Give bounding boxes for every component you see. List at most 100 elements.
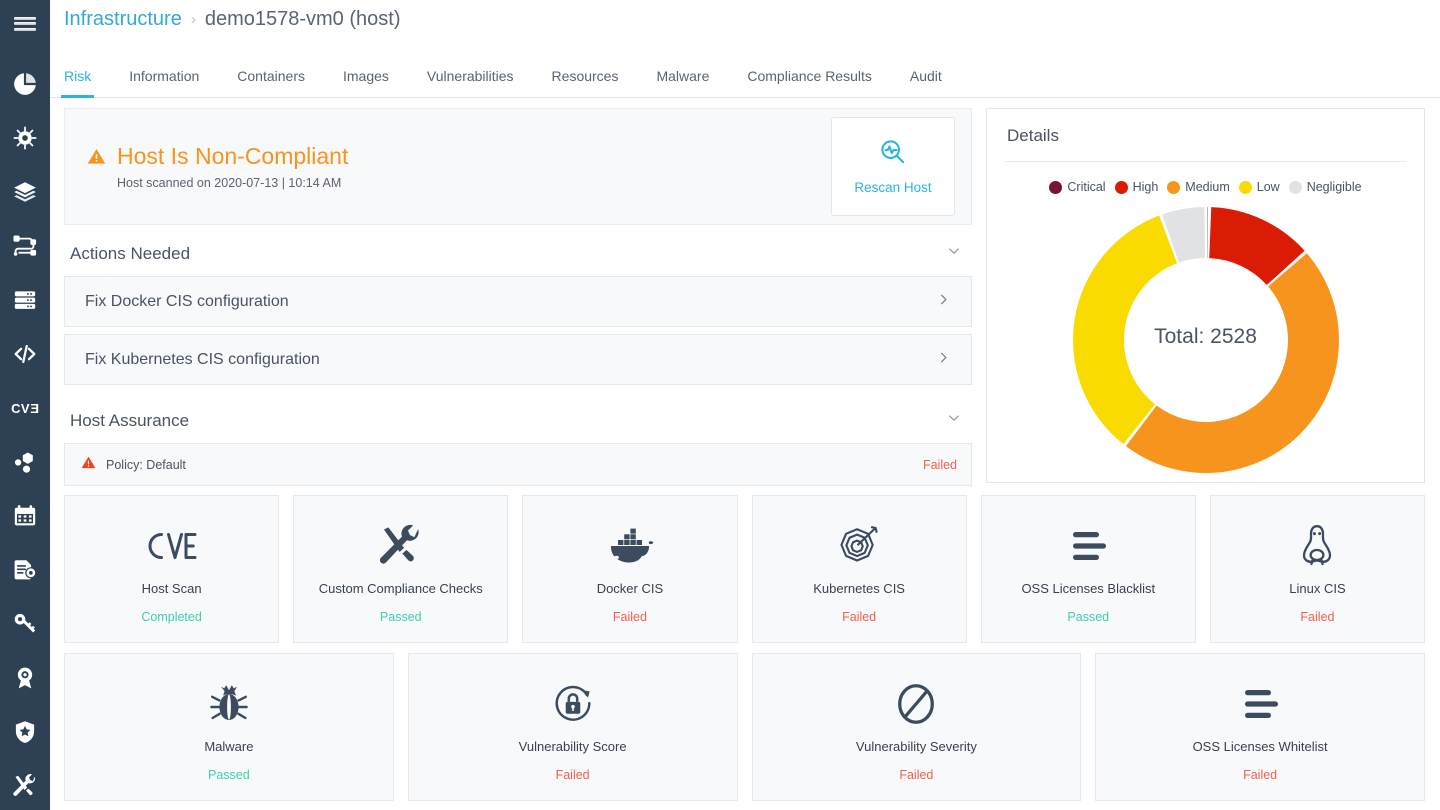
chevron-right-icon: [936, 292, 951, 311]
code-brackets-icon: [12, 341, 38, 367]
policy-left-group: Policy: Default: [81, 455, 186, 475]
status-card-oss-licenses-blacklist[interactable]: OSS Licenses Blacklist Passed: [980, 495, 1196, 643]
status-card-linux-cis[interactable]: Linux CIS Failed: [1209, 495, 1426, 643]
legend-label: Negligible: [1306, 180, 1362, 194]
details-title: Details: [1005, 109, 1406, 162]
shield-star-icon: [12, 719, 38, 745]
status-card-oss-licenses-whitelist[interactable]: OSS Licenses Whitelist Failed: [1095, 653, 1425, 801]
linux-penguin-icon: [1297, 515, 1337, 577]
status-card-title: Vulnerability Score: [518, 738, 627, 754]
tab-bar: Risk Information Containers Images Vulne…: [50, 39, 1440, 98]
sidebar-item-scan-schedule[interactable]: [0, 489, 50, 543]
sidebar-item-list: CVE: [0, 57, 50, 810]
action-item-docker-cis[interactable]: Fix Docker CIS configuration: [64, 276, 972, 327]
tab-compliance-results[interactable]: Compliance Results: [747, 68, 872, 97]
chevron-right-icon: [936, 350, 951, 369]
magnifier-pulse-icon: [879, 138, 907, 171]
host-assurance-title: Host Assurance: [70, 410, 190, 430]
legend-item-medium[interactable]: Medium: [1167, 180, 1230, 194]
sidebar-item-risk-explorer[interactable]: [0, 111, 50, 165]
legend-item-critical[interactable]: Critical: [1049, 180, 1106, 194]
actions-needed-header[interactable]: Actions Needed: [64, 225, 972, 276]
pipeline-icon: [12, 233, 38, 259]
tab-risk[interactable]: Risk: [60, 68, 95, 98]
status-card-status: Failed: [612, 609, 647, 624]
legend-item-low[interactable]: Low: [1238, 180, 1280, 194]
warning-triangle-icon: [87, 147, 106, 171]
risk-right-column: Details Critical High Medium Low Negligi…: [986, 108, 1425, 486]
tab-containers[interactable]: Containers: [237, 68, 305, 97]
compliance-banner: Host Is Non-Compliant Host scanned on 20…: [64, 108, 972, 225]
sidebar-item-infrastructure[interactable]: [0, 273, 50, 327]
status-card-host-scan[interactable]: Host Scan Completed: [64, 495, 280, 643]
sidebar-item-cve-database[interactable]: CVE: [0, 381, 50, 435]
status-card-status: Failed: [1300, 609, 1335, 624]
status-cards-section: Host Scan Completed Custom Compliance Ch…: [50, 486, 1440, 801]
sidebar-item-images[interactable]: [0, 165, 50, 219]
sidebar-item-dashboard[interactable]: [0, 57, 50, 111]
status-card-vulnerability-score[interactable]: Vulnerability Score Failed: [407, 653, 738, 801]
sidebar-item-policies[interactable]: [0, 543, 50, 597]
sidebar-item-code[interactable]: [0, 327, 50, 381]
status-card-status: Passed: [1067, 609, 1110, 624]
sidebar-item-pipelines[interactable]: [0, 219, 50, 273]
legend-swatch-icon: [1049, 180, 1063, 194]
hamburger-menu-icon[interactable]: [0, 14, 50, 33]
banner-title: Host Is Non-Compliant: [117, 143, 349, 170]
status-card-docker-cis[interactable]: Docker CIS Failed: [522, 495, 738, 643]
legend-label: Low: [1256, 180, 1280, 194]
chevron-down-icon[interactable]: [946, 243, 962, 264]
status-card-title: Linux CIS: [1289, 580, 1346, 596]
breadcrumb: Infrastructure › demo1578-vm0 (host): [50, 0, 1440, 39]
cve-icon: CVE: [11, 400, 39, 416]
tab-images[interactable]: Images: [343, 68, 389, 97]
breadcrumb-root-link[interactable]: Infrastructure: [64, 8, 182, 31]
status-card-title: OSS Licenses Blacklist: [1021, 580, 1156, 596]
donut-slice-critical[interactable]: [1206, 207, 1208, 259]
status-cards-row-1: Host Scan Completed Custom Compliance Ch…: [64, 486, 1426, 643]
policy-row[interactable]: Policy: Default Failed: [64, 443, 972, 486]
tab-resources[interactable]: Resources: [552, 68, 619, 97]
tab-vulnerabilities[interactable]: Vulnerabilities: [427, 68, 514, 97]
sidebar-item-secrets[interactable]: [0, 597, 50, 651]
hamburger-bar: [14, 22, 36, 25]
tools-icon: [12, 773, 38, 799]
page-title: demo1578-vm0 (host): [204, 8, 401, 30]
sidebar-item-security[interactable]: [0, 705, 50, 759]
legend-label: Medium: [1185, 180, 1230, 194]
tab-malware[interactable]: Malware: [656, 68, 709, 97]
legend-label: Critical: [1067, 180, 1106, 194]
status-card-malware[interactable]: Malware Passed: [64, 653, 394, 801]
target-arrow-icon: [836, 515, 882, 577]
rescan-host-button[interactable]: Rescan Host: [831, 117, 955, 216]
legend-swatch-icon: [1288, 180, 1302, 194]
severity-donut-chart: Total: 2528: [1005, 200, 1406, 476]
status-card-status: Passed: [379, 609, 422, 624]
sidebar-item-administration[interactable]: [0, 759, 50, 810]
status-card-custom-compliance-checks[interactable]: Custom Compliance Checks Passed: [293, 495, 509, 643]
sidebar-item-clusters[interactable]: [0, 435, 50, 489]
status-card-status: Failed: [555, 767, 590, 782]
chevron-down-icon[interactable]: [946, 410, 962, 431]
host-assurance-header[interactable]: Host Assurance: [64, 392, 972, 443]
list-lines-icon: [1236, 673, 1284, 735]
tab-information[interactable]: Information: [129, 68, 199, 97]
document-gear-icon: [12, 557, 38, 583]
bug-icon: [208, 673, 250, 735]
status-card-status: Failed: [842, 609, 877, 624]
left-sidebar: CVE: [0, 0, 50, 810]
status-card-title: Vulnerability Severity: [855, 738, 977, 754]
legend-item-negligible[interactable]: Negligible: [1288, 180, 1362, 194]
action-item-kubernetes-cis[interactable]: Fix Kubernetes CIS configuration: [64, 334, 972, 385]
tab-audit[interactable]: Audit: [910, 68, 942, 97]
bug-virus-icon: [12, 125, 38, 151]
action-item-label: Fix Kubernetes CIS configuration: [85, 350, 320, 368]
status-card-kubernetes-cis[interactable]: Kubernetes CIS Failed: [751, 495, 967, 643]
legend-item-high[interactable]: High: [1114, 180, 1158, 194]
hammer-wrench-icon: [378, 515, 424, 577]
status-card-title: Host Scan: [141, 580, 202, 596]
status-card-vulnerability-severity[interactable]: Vulnerability Severity Failed: [751, 653, 1082, 801]
donut-slice-medium[interactable]: [1125, 253, 1339, 473]
legend-swatch-icon: [1167, 180, 1181, 194]
sidebar-item-assurance[interactable]: [0, 651, 50, 705]
